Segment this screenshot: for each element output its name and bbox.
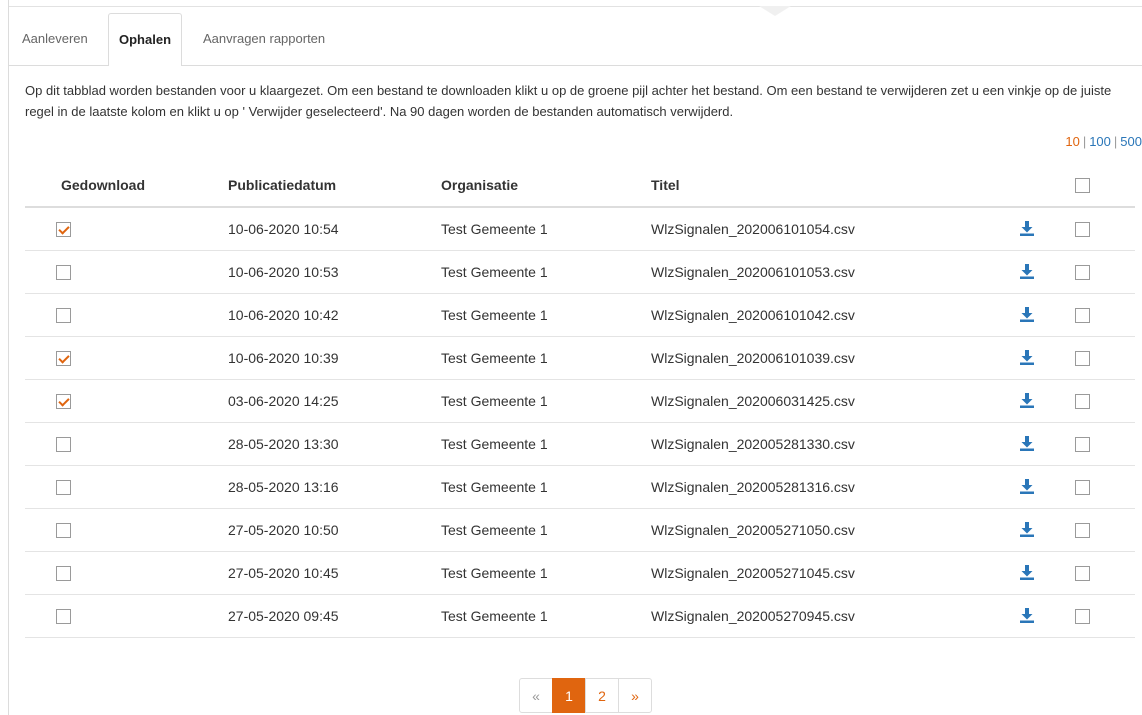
downloaded-checkbox[interactable] bbox=[56, 480, 71, 495]
downloaded-checkbox[interactable] bbox=[56, 523, 71, 538]
table-row: 27-05-2020 10:45 Test Gemeente 1 WlzSignal… bbox=[25, 552, 1135, 595]
tab-ophalen[interactable]: Ophalen bbox=[108, 13, 183, 66]
downloaded-checkbox[interactable] bbox=[56, 351, 71, 366]
row-date: 10-06-2020 10:42 bbox=[228, 307, 339, 323]
page-size-10[interactable]: 10 bbox=[1065, 134, 1079, 149]
row-organisation: Test Gemeente 1 bbox=[441, 479, 548, 495]
table-row: 10-06-2020 10:39 Test Gemeente 1 WlzSignal… bbox=[25, 337, 1135, 380]
row-date: 27-05-2020 10:50 bbox=[228, 522, 339, 538]
download-icon[interactable] bbox=[1020, 350, 1034, 365]
page-size-100[interactable]: 100 bbox=[1089, 134, 1111, 149]
row-organisation: Test Gemeente 1 bbox=[441, 522, 548, 538]
row-title: WlzSignalen_202005281316.csv bbox=[651, 479, 855, 495]
download-icon[interactable] bbox=[1020, 522, 1034, 537]
table-row: 28-05-2020 13:16 Test Gemeente 1 WlzSignal… bbox=[25, 466, 1135, 509]
row-date: 10-06-2020 10:54 bbox=[228, 221, 339, 237]
downloaded-checkbox[interactable] bbox=[56, 394, 71, 409]
tab-aanleveren[interactable]: Aanleveren bbox=[12, 13, 98, 65]
row-organisation: Test Gemeente 1 bbox=[441, 221, 548, 237]
downloaded-checkbox[interactable] bbox=[56, 308, 71, 323]
row-title: WlzSignalen_202006101039.csv bbox=[651, 350, 855, 366]
table-row: 27-05-2020 09:45 Test Gemeente 1 WlzSignal… bbox=[25, 595, 1135, 638]
pagination-next[interactable]: » bbox=[618, 678, 652, 713]
download-icon[interactable] bbox=[1020, 565, 1034, 580]
download-icon[interactable] bbox=[1020, 307, 1034, 322]
info-text: Op dit tabblad worden bestanden voor u k… bbox=[25, 83, 1112, 119]
row-organisation: Test Gemeente 1 bbox=[441, 264, 548, 280]
delete-select-checkbox[interactable] bbox=[1075, 523, 1090, 538]
downloaded-checkbox[interactable] bbox=[56, 222, 71, 237]
delete-select-checkbox[interactable] bbox=[1075, 222, 1090, 237]
table-row: 10-06-2020 10:54 Test Gemeente 1 WlzSignal… bbox=[25, 208, 1135, 251]
delete-select-checkbox[interactable] bbox=[1075, 437, 1090, 452]
delete-select-checkbox[interactable] bbox=[1075, 308, 1090, 323]
download-icon[interactable] bbox=[1020, 393, 1034, 408]
delete-select-checkbox[interactable] bbox=[1075, 480, 1090, 495]
row-date: 10-06-2020 10:39 bbox=[228, 350, 339, 366]
row-organisation: Test Gemeente 1 bbox=[441, 393, 548, 409]
row-title: WlzSignalen_202006031425.csv bbox=[651, 393, 855, 409]
delete-select-checkbox[interactable] bbox=[1075, 609, 1090, 624]
delete-select-checkbox[interactable] bbox=[1075, 394, 1090, 409]
row-title: WlzSignalen_202006101054.csv bbox=[651, 221, 855, 237]
row-organisation: Test Gemeente 1 bbox=[441, 608, 548, 624]
table-row: 10-06-2020 10:53 Test Gemeente 1 WlzSignal… bbox=[25, 251, 1135, 294]
downloaded-checkbox[interactable] bbox=[56, 566, 71, 581]
row-title: WlzSignalen_202006101042.csv bbox=[651, 307, 855, 323]
delete-select-checkbox[interactable] bbox=[1075, 351, 1090, 366]
header-organisation: Organisatie bbox=[441, 177, 519, 193]
download-icon[interactable] bbox=[1020, 221, 1034, 236]
download-icon[interactable] bbox=[1020, 264, 1034, 279]
downloaded-checkbox[interactable] bbox=[56, 609, 71, 624]
files-table: Gedownload Publicatiedatum Organisatie T… bbox=[25, 164, 1135, 638]
page-size-separator: | bbox=[1113, 134, 1118, 149]
row-date: 03-06-2020 14:25 bbox=[228, 393, 339, 409]
row-organisation: Test Gemeente 1 bbox=[441, 350, 548, 366]
pagination-page-2[interactable]: 2 bbox=[585, 678, 619, 713]
header-downloaded: Gedownload bbox=[61, 177, 145, 193]
table-row: 28-05-2020 13:30 Test Gemeente 1 WlzSignal… bbox=[25, 423, 1135, 466]
tab-aanvragen-rapporten[interactable]: Aanvragen rapporten bbox=[193, 13, 335, 65]
row-date: 28-05-2020 13:16 bbox=[228, 479, 339, 495]
row-title: WlzSignalen_202005271050.csv bbox=[651, 522, 855, 538]
row-date: 10-06-2020 10:53 bbox=[228, 264, 339, 280]
row-title: WlzSignalen_202006101053.csv bbox=[651, 264, 855, 280]
row-date: 27-05-2020 10:45 bbox=[228, 565, 339, 581]
table-row: 03-06-2020 14:25 Test Gemeente 1 WlzSignal… bbox=[25, 380, 1135, 423]
table-row: 10-06-2020 10:42 Test Gemeente 1 WlzSignal… bbox=[25, 294, 1135, 337]
pagination: « 1 2 » bbox=[519, 678, 652, 714]
download-icon[interactable] bbox=[1020, 608, 1034, 623]
row-date: 27-05-2020 09:45 bbox=[228, 608, 339, 624]
table-body: 10-06-2020 10:54 Test Gemeente 1 WlzSignal… bbox=[25, 208, 1135, 638]
delete-select-checkbox[interactable] bbox=[1075, 265, 1090, 280]
row-organisation: Test Gemeente 1 bbox=[441, 565, 548, 581]
row-organisation: Test Gemeente 1 bbox=[441, 307, 548, 323]
delete-select-checkbox[interactable] bbox=[1075, 566, 1090, 581]
tab-bar: Aanleveren Ophalen Aanvragen rapporten bbox=[9, 13, 1142, 66]
row-title: WlzSignalen_202005270945.csv bbox=[651, 608, 855, 624]
page-size-separator: | bbox=[1082, 134, 1087, 149]
main-panel: Aanleveren Ophalen Aanvragen rapporten O… bbox=[8, 0, 1142, 715]
download-icon[interactable] bbox=[1020, 479, 1034, 494]
select-all-checkbox[interactable] bbox=[1075, 178, 1090, 193]
row-organisation: Test Gemeente 1 bbox=[441, 436, 548, 452]
row-title: WlzSignalen_202005281330.csv bbox=[651, 436, 855, 452]
pagination-page-1[interactable]: 1 bbox=[552, 678, 586, 713]
downloaded-checkbox[interactable] bbox=[56, 265, 71, 280]
downloaded-checkbox[interactable] bbox=[56, 437, 71, 452]
header-date: Publicatiedatum bbox=[228, 177, 337, 193]
row-date: 28-05-2020 13:30 bbox=[228, 436, 339, 452]
download-icon[interactable] bbox=[1020, 436, 1034, 451]
row-title: WlzSignalen_202005271045.csv bbox=[651, 565, 855, 581]
table-row: 27-05-2020 10:50 Test Gemeente 1 WlzSignal… bbox=[25, 509, 1135, 552]
header-title: Titel bbox=[651, 177, 680, 193]
page-size-selector: 10 | 100 | 500 bbox=[1065, 134, 1142, 149]
page-size-500[interactable]: 500 bbox=[1120, 134, 1142, 149]
top-divider bbox=[9, 6, 1142, 7]
pagination-prev[interactable]: « bbox=[519, 678, 553, 713]
table-header: Gedownload Publicatiedatum Organisatie T… bbox=[25, 164, 1135, 208]
